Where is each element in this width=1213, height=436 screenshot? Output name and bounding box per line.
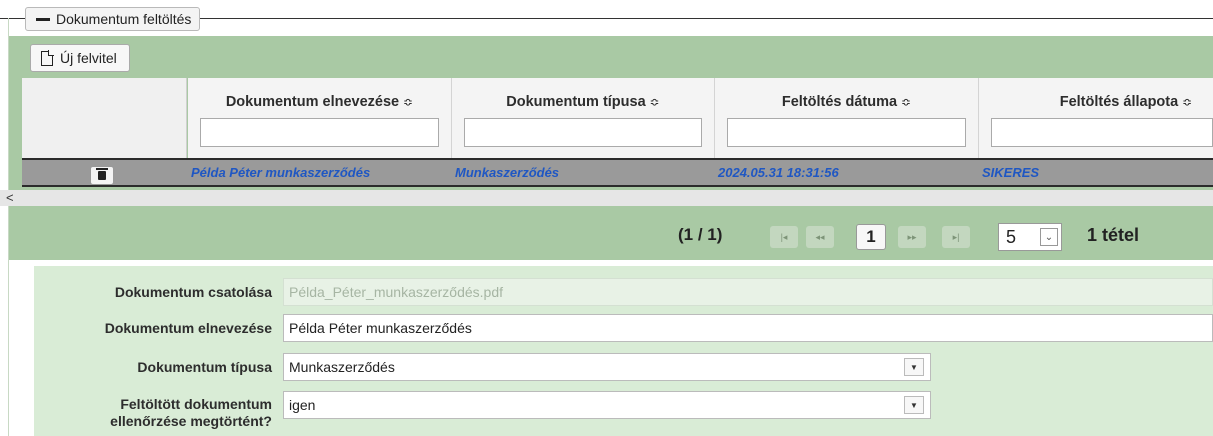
sort-icon[interactable]: ≎: [403, 95, 413, 109]
next-page-button[interactable]: ▸▸: [898, 226, 926, 248]
rows-per-page-select[interactable]: 5 ⌄: [998, 223, 1062, 251]
column-date-label: Feltöltés dátuma: [781, 94, 898, 110]
filter-type-input[interactable]: [464, 118, 702, 147]
scroll-left-icon[interactable]: <: [6, 190, 14, 206]
sort-icon[interactable]: ≎: [1182, 95, 1192, 109]
cell-date: 2024.05.31 18:31:56: [718, 165, 839, 180]
new-record-button[interactable]: Új felvitel: [30, 44, 130, 72]
prev-page-button[interactable]: ◂◂: [806, 226, 834, 248]
chevron-down-icon: ⌄: [1040, 228, 1058, 246]
cell-type: Munkaszerződés: [455, 165, 560, 180]
cell-status: SIKERES: [982, 165, 1040, 180]
section-legend: Dokumentum feltöltés: [56, 11, 192, 27]
column-header-name[interactable]: Dokumentum elnevezése ≎: [188, 78, 452, 158]
sort-icon[interactable]: ≎: [901, 95, 911, 109]
type-label: Dokumentum típusa: [137, 359, 272, 375]
first-page-button[interactable]: |◂: [770, 226, 798, 248]
checked-value: igen: [289, 397, 316, 413]
column-status-label: Feltöltés állapota: [1059, 94, 1179, 110]
trash-icon: [96, 168, 108, 180]
name-field[interactable]: Példa Péter munkaszerződés: [283, 314, 1213, 342]
attach-value: Példa_Péter_munkaszerződés.pdf: [289, 284, 504, 300]
cell-name: Példa Péter munkaszerződés: [191, 165, 371, 180]
sort-icon[interactable]: ≎: [650, 95, 660, 109]
delete-row-button[interactable]: [90, 166, 114, 185]
new-document-icon: [41, 50, 54, 66]
chevron-down-icon[interactable]: ▼: [904, 358, 924, 376]
type-select[interactable]: Munkaszerződés ▼: [283, 353, 931, 381]
type-value: Munkaszerződés: [289, 359, 395, 375]
current-page-button[interactable]: 1: [856, 224, 886, 250]
column-name-label: Dokumentum elnevezése: [225, 94, 400, 110]
collapse-icon: [36, 17, 50, 21]
checked-select[interactable]: igen ▼: [283, 391, 931, 419]
last-page-button[interactable]: ▸|: [942, 226, 970, 248]
filter-status-input[interactable]: [991, 118, 1213, 147]
record-count: 1 tétel: [1087, 225, 1140, 245]
name-label: Dokumentum elnevezése: [104, 320, 272, 336]
column-header-status[interactable]: Feltöltés állapota ≎: [979, 78, 1213, 158]
column-header-type[interactable]: Dokumentum típusa ≎: [452, 78, 715, 158]
column-header-date[interactable]: Feltöltés dátuma ≎: [715, 78, 979, 158]
rows-per-page-value: 5: [1006, 227, 1017, 247]
filter-name-input[interactable]: [200, 118, 439, 147]
checked-label-line2: ellenőrzése megtörtént?: [110, 413, 272, 429]
horizontal-scrollbar[interactable]: <: [0, 190, 1213, 206]
header-actions-cell: [22, 78, 187, 158]
filter-date-input[interactable]: [727, 118, 966, 147]
attach-label: Dokumentum csatolása: [114, 284, 272, 300]
section-toggle[interactable]: Dokumentum feltöltés: [25, 7, 201, 31]
new-record-label: Új felvitel: [60, 50, 117, 66]
name-value: Példa Péter munkaszerződés: [289, 320, 472, 336]
checked-label-line1: Feltöltött dokumentum: [120, 396, 272, 412]
page-info: (1 / 1): [678, 225, 723, 244]
column-type-label: Dokumentum típusa: [506, 94, 646, 110]
chevron-down-icon[interactable]: ▼: [904, 396, 924, 414]
attach-field[interactable]: Példa_Péter_munkaszerződés.pdf: [283, 278, 1213, 306]
